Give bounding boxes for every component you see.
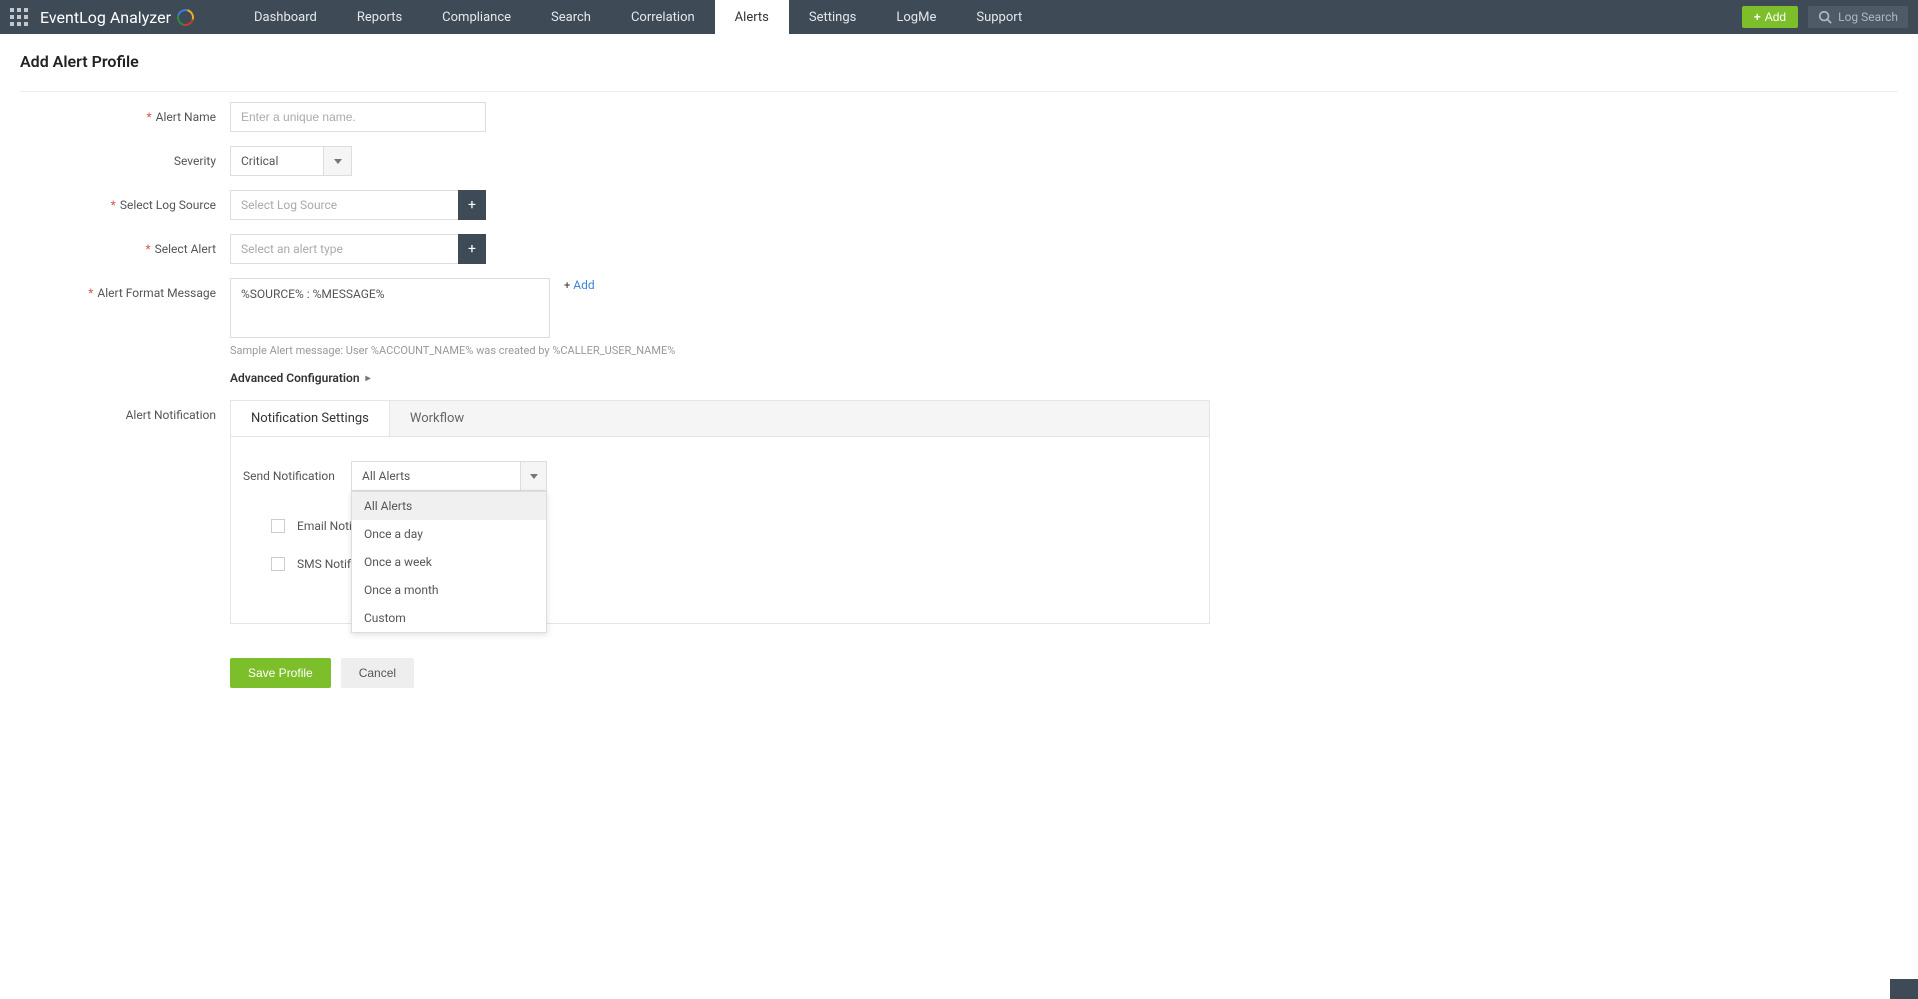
main-nav: Dashboard Reports Compliance Search Corr… [234,0,1042,34]
plus-icon: + [468,241,476,257]
nav-search[interactable]: Search [531,0,611,34]
dropdown-item-once-a-month[interactable]: Once a month [352,576,546,604]
tab-workflow[interactable]: Workflow [390,401,484,436]
log-source-select[interactable]: Select Log Source + [230,190,486,220]
dropdown-item-once-a-week[interactable]: Once a week [352,548,546,576]
sample-message-text: Sample Alert message: User %ACCOUNT_NAME… [230,344,1220,357]
notification-tabs-container: Notification Settings Workflow Send Noti… [230,400,1210,624]
alert-type-placeholder: Select an alert type [231,242,458,256]
cancel-button[interactable]: Cancel [341,658,414,688]
label-select-alert: *Select Alert [20,234,230,256]
sms-notification-checkbox[interactable] [271,557,285,571]
brand-arc-icon [174,5,197,28]
format-message-textarea[interactable] [230,278,550,338]
required-marker: * [145,242,150,256]
email-notification-label: Email Noti [297,519,352,533]
add-button-label: Add [1765,10,1786,24]
row-send-notification: Send Notification All Alerts All Alerts … [243,461,1197,491]
send-notification-value: All Alerts [352,469,520,483]
advanced-config-toggle[interactable]: Advanced Configuration ▸ [230,371,371,385]
send-notification-menu: All Alerts Once a day Once a week Once a… [351,491,547,633]
row-alert-name: *Alert Name [20,102,1220,132]
nav-correlation[interactable]: Correlation [611,0,715,34]
dropdown-item-custom[interactable]: Custom [352,604,546,632]
form-actions: Save Profile Cancel [230,658,1220,688]
label-log-source: *Select Log Source [20,190,230,212]
topbar-left: EventLog Analyzer [10,8,194,27]
brand-name-2: Analyzer [110,8,171,27]
severity-caret[interactable] [323,147,351,175]
corner-widget[interactable] [1890,979,1918,999]
email-notification-checkbox[interactable] [271,519,285,533]
row-advanced-config: Advanced Configuration ▸ [20,371,1220,386]
save-profile-button[interactable]: Save Profile [230,658,331,688]
apps-grid-icon[interactable] [10,8,28,26]
nav-logme[interactable]: LogMe [876,0,956,34]
label-severity: Severity [20,146,230,168]
brand-name-1: EventLog [40,8,106,27]
send-notification-trigger[interactable]: All Alerts [351,461,547,491]
alert-type-select[interactable]: Select an alert type + [230,234,486,264]
log-search-placeholder: Log Search [1838,10,1898,24]
top-navbar: EventLog Analyzer Dashboard Reports Comp… [0,0,1918,34]
label-format-message: *Alert Format Message [20,278,230,300]
required-marker: * [146,110,151,124]
page-body: Add Alert Profile *Alert Name Severity C… [0,34,1918,720]
nav-dashboard[interactable]: Dashboard [234,0,337,34]
dropdown-item-all-alerts[interactable]: All Alerts [352,492,546,520]
row-select-alert: *Select Alert Select an alert type + [20,234,1220,264]
nav-compliance[interactable]: Compliance [422,0,531,34]
send-notification-caret[interactable] [520,462,546,490]
label-send-notification: Send Notification [243,469,341,483]
send-notification-dropdown: All Alerts All Alerts Once a day Once a … [351,461,547,491]
label-alert-notification: Alert Notification [20,400,230,422]
alert-profile-form: *Alert Name Severity Critical *Select Lo… [20,102,1220,688]
brand-logo[interactable]: EventLog Analyzer [40,8,194,27]
required-marker: * [111,198,116,212]
nav-reports[interactable]: Reports [337,0,422,34]
add-macro-link[interactable]: + Add [564,278,595,292]
alert-name-input[interactable] [230,102,486,132]
log-source-placeholder: Select Log Source [231,198,458,212]
page-title: Add Alert Profile [20,52,1898,71]
severity-select[interactable]: Critical [230,146,352,176]
sms-notification-label: SMS Notifi [297,557,354,571]
nav-alerts[interactable]: Alerts [715,0,789,34]
chevron-down-icon [334,159,342,164]
advanced-config-label: Advanced Configuration [230,371,360,385]
topbar-right: + Add Log Search [1742,6,1908,28]
caret-right-icon: ▸ [366,373,371,384]
label-alert-name: *Alert Name [20,102,230,124]
nav-settings[interactable]: Settings [789,0,876,34]
row-log-source: *Select Log Source Select Log Source + [20,190,1220,220]
row-severity: Severity Critical [20,146,1220,176]
add-button[interactable]: + Add [1742,6,1798,28]
row-format-message: *Alert Format Message + Add Sample Alert… [20,278,1220,357]
tabs-header: Notification Settings Workflow [231,401,1209,437]
tabs-body: Send Notification All Alerts All Alerts … [231,437,1209,623]
title-divider [20,91,1898,92]
alert-type-add-button[interactable]: + [458,234,486,264]
search-icon [1818,10,1832,24]
log-source-add-button[interactable]: + [458,190,486,220]
chevron-down-icon [530,474,538,479]
required-marker: * [88,286,93,300]
plus-icon: + [1754,10,1761,24]
log-search-box[interactable]: Log Search [1808,6,1908,28]
nav-support[interactable]: Support [956,0,1042,34]
row-alert-notification: Alert Notification Notification Settings… [20,400,1220,688]
severity-value: Critical [231,154,323,168]
plus-icon: + [564,279,570,292]
dropdown-item-once-a-day[interactable]: Once a day [352,520,546,548]
plus-icon: + [468,197,476,213]
add-link-label: Add [573,278,594,292]
tab-notification-settings[interactable]: Notification Settings [231,401,390,436]
